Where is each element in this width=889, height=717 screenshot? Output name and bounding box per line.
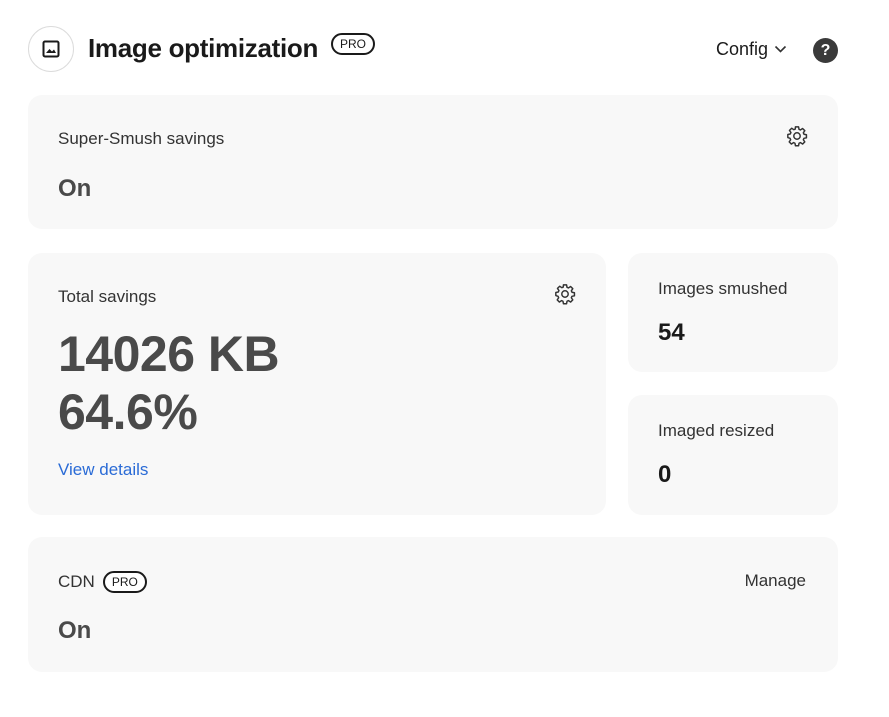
super-smush-label: Super-Smush savings — [58, 129, 225, 148]
cdn-label: CDN — [58, 572, 95, 591]
chevron-down-icon — [774, 45, 787, 53]
cdn-value: On — [58, 617, 92, 644]
view-details-link[interactable]: View details — [58, 460, 148, 480]
images-resized-card: Imaged resized 0 — [628, 395, 838, 515]
super-smush-card: Super-Smush savings On — [28, 95, 838, 229]
pro-badge: PRO — [102, 571, 147, 593]
cdn-card: CDN PRO Manage On — [28, 537, 838, 672]
images-resized-label: Imaged resized — [658, 421, 775, 440]
page-title: Image optimization — [88, 33, 319, 63]
image-icon — [28, 26, 74, 72]
page-header: Image optimization PRO Config ? — [28, 26, 840, 74]
help-button[interactable]: ? — [813, 38, 838, 63]
total-savings-size: 14026 KB — [58, 326, 280, 382]
images-smushed-value: 54 — [658, 319, 685, 346]
images-smushed-label: Images smushed — [658, 279, 788, 298]
images-resized-value: 0 — [658, 461, 672, 488]
help-icon: ? — [820, 41, 831, 59]
pro-badge: PRO — [331, 33, 376, 55]
cdn-header: CDN PRO — [58, 571, 147, 593]
total-savings-label: Total savings — [58, 287, 157, 306]
config-dropdown-button[interactable]: Config — [716, 39, 787, 60]
images-smushed-card: Images smushed 54 — [628, 253, 838, 372]
super-smush-value: On — [58, 175, 92, 202]
manage-button[interactable]: Manage — [745, 571, 806, 591]
gear-icon[interactable] — [554, 283, 576, 305]
config-label: Config — [716, 39, 769, 59]
total-savings-card: Total savings 14026 KB 64.6% View detail… — [28, 253, 606, 515]
total-savings-percent: 64.6% — [58, 384, 198, 440]
gear-icon[interactable] — [786, 125, 808, 147]
